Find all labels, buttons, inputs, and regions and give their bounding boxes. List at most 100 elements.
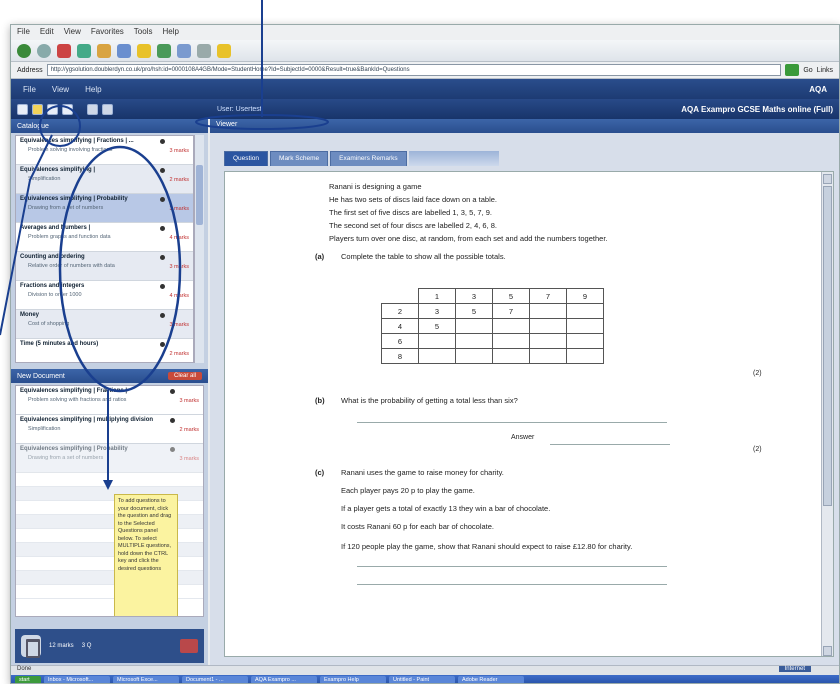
list-item-dragging[interactable]: Equivalences simplifying | Probability Dr… bbox=[16, 444, 203, 473]
links-label[interactable]: Links bbox=[817, 67, 833, 74]
viewer-pane: Viewer Question Mark Scheme Examiners Re… bbox=[210, 119, 839, 665]
toolbar-separator bbox=[77, 104, 83, 115]
folder-icon[interactable] bbox=[217, 43, 231, 58]
tab-question[interactable]: Question bbox=[224, 151, 269, 166]
list-item[interactable]: Fractions and integers Division to order … bbox=[16, 281, 193, 310]
taskbar-item[interactable]: AQA Exampro ... bbox=[251, 676, 317, 683]
table-header-cell: 7 bbox=[529, 288, 567, 304]
history-icon[interactable] bbox=[157, 43, 171, 58]
list-item[interactable]: Counting and ordering Relative order of n… bbox=[16, 252, 193, 281]
save-as-icon[interactable] bbox=[62, 103, 73, 115]
menu-view[interactable]: View bbox=[64, 27, 81, 38]
list-item[interactable]: Averages and Numbers | Problem graphs and… bbox=[16, 223, 193, 252]
status-dot-icon bbox=[160, 168, 165, 173]
open-folder-icon[interactable] bbox=[32, 103, 43, 115]
home-icon[interactable] bbox=[97, 43, 111, 58]
grid-icon[interactable] bbox=[102, 103, 113, 115]
question-marks: 3 marks bbox=[169, 264, 189, 270]
part-c-label: (c) bbox=[315, 468, 325, 477]
taskbar: start Inbox - Microsoft... Microsoft Exc… bbox=[11, 675, 839, 683]
search-icon[interactable] bbox=[117, 43, 131, 58]
part-c: (c) Ranani uses the game to raise money f… bbox=[315, 466, 504, 479]
viewer-tabs: Question Mark Scheme Examiners Remarks bbox=[224, 151, 839, 166]
app-menu-view[interactable]: View bbox=[52, 85, 69, 94]
question-subtitle: Drawing from a set of numbers bbox=[28, 205, 104, 211]
taskbar-item[interactable]: Exampro Help bbox=[320, 676, 386, 683]
forward-icon[interactable] bbox=[37, 43, 51, 58]
answer-line bbox=[550, 444, 670, 445]
scroll-up-icon[interactable] bbox=[823, 174, 832, 184]
question-list-scrollbar[interactable] bbox=[194, 135, 204, 363]
viewer-header: Viewer bbox=[210, 119, 839, 133]
menu-favorites[interactable]: Favorites bbox=[91, 27, 124, 38]
row-header-cell: 4 bbox=[381, 318, 419, 334]
tab-strip-fill bbox=[408, 151, 499, 166]
table-row: 4 5 bbox=[381, 318, 604, 334]
taskbar-item[interactable]: Untitled - Paint bbox=[389, 676, 455, 683]
favorites-icon[interactable] bbox=[137, 43, 151, 58]
answer-line bbox=[357, 584, 667, 585]
browser-menubar: File Edit View Favorites Tools Help bbox=[11, 25, 839, 40]
save-icon[interactable] bbox=[47, 103, 58, 115]
table-cell: 7 bbox=[492, 303, 530, 319]
question-marks: 3 marks bbox=[179, 456, 199, 462]
aqa-logo: AQA bbox=[809, 84, 827, 94]
status-dot-icon bbox=[170, 418, 175, 423]
document-list: Equivalences simplifying | Fractions | Pr… bbox=[15, 385, 204, 617]
intro-line: Players turn over one disc, at random, f… bbox=[329, 234, 608, 243]
scrollbar-thumb[interactable] bbox=[196, 165, 203, 225]
viewer-scrollbar[interactable] bbox=[821, 172, 833, 656]
part-c-line: Ranani uses the game to raise money for … bbox=[341, 468, 504, 477]
part-c-line: If 120 people play the game, show that R… bbox=[341, 542, 633, 551]
scrollbar-thumb[interactable] bbox=[823, 186, 832, 506]
question-marks: 3 marks bbox=[169, 322, 189, 328]
table-cell bbox=[566, 348, 604, 364]
browser-window: File Edit View Favorites Tools Help Addr… bbox=[10, 24, 840, 684]
start-button[interactable]: start bbox=[15, 676, 41, 683]
back-icon[interactable] bbox=[17, 43, 31, 58]
list-item[interactable]: Equivalences simplifying | Simplification… bbox=[16, 165, 193, 194]
taskbar-item[interactable]: Document1 - ... bbox=[182, 676, 248, 683]
intro-line: Ranani is designing a game bbox=[329, 182, 422, 191]
recycle-bin-icon[interactable] bbox=[21, 635, 41, 658]
table-corner bbox=[382, 289, 419, 304]
list-item[interactable]: Equivalences simplifying | multiplying d… bbox=[16, 415, 203, 444]
document-header: New Document Clear all bbox=[11, 369, 208, 383]
print-icon[interactable] bbox=[197, 43, 211, 58]
list-item[interactable]: Equivalences simplifying | Fractions | Pr… bbox=[16, 386, 203, 415]
list-item[interactable]: Time (5 minutes and hours) 2 marks bbox=[16, 339, 193, 362]
taskbar-item[interactable]: Microsoft Exce... bbox=[113, 676, 179, 683]
taskbar-item[interactable]: Inbox - Microsoft... bbox=[44, 676, 110, 683]
mail-icon[interactable] bbox=[177, 43, 191, 58]
go-label[interactable]: Go bbox=[803, 67, 812, 74]
answer-line bbox=[357, 566, 667, 567]
app-menu-help[interactable]: Help bbox=[85, 85, 101, 94]
list-item[interactable]: Equivalences simplifying | Probability Dr… bbox=[16, 194, 193, 223]
intro-line: The first set of five discs are labelled… bbox=[329, 208, 492, 217]
app-menu-file[interactable]: File bbox=[23, 85, 36, 94]
document-title: New Document bbox=[17, 372, 65, 380]
settings-icon[interactable] bbox=[87, 103, 98, 115]
stop-icon[interactable] bbox=[57, 43, 71, 58]
list-item[interactable]: Equivalences simplifying | Fractions | .… bbox=[16, 136, 193, 165]
address-input[interactable]: http://ygsolution.doublerdyn.co.uk/pro/h… bbox=[46, 64, 782, 76]
list-item[interactable]: Money Cost of shopping 3 marks bbox=[16, 310, 193, 339]
clear-all-button[interactable]: Clear all bbox=[167, 372, 202, 380]
print-icon[interactable] bbox=[180, 639, 198, 653]
scroll-down-icon[interactable] bbox=[823, 646, 832, 656]
tab-mark-scheme[interactable]: Mark Scheme bbox=[270, 151, 329, 166]
menu-help[interactable]: Help bbox=[162, 27, 178, 38]
totals-table: 1 3 5 7 9 2 3 5 7 4 5 6 8 bbox=[381, 288, 604, 364]
menu-edit[interactable]: Edit bbox=[40, 27, 54, 38]
table-cell bbox=[566, 318, 604, 334]
refresh-icon[interactable] bbox=[77, 43, 91, 58]
menu-tools[interactable]: Tools bbox=[134, 27, 153, 38]
status-dot-icon bbox=[160, 313, 165, 318]
go-button[interactable] bbox=[785, 64, 800, 76]
table-cell bbox=[529, 303, 567, 319]
menu-file[interactable]: File bbox=[17, 27, 30, 38]
question-subtitle: Problem graphs and function data bbox=[28, 234, 111, 240]
taskbar-item[interactable]: Adobe Reader bbox=[458, 676, 524, 683]
tab-examiners-remarks[interactable]: Examiners Remarks bbox=[330, 151, 407, 166]
new-document-icon[interactable] bbox=[17, 103, 28, 115]
